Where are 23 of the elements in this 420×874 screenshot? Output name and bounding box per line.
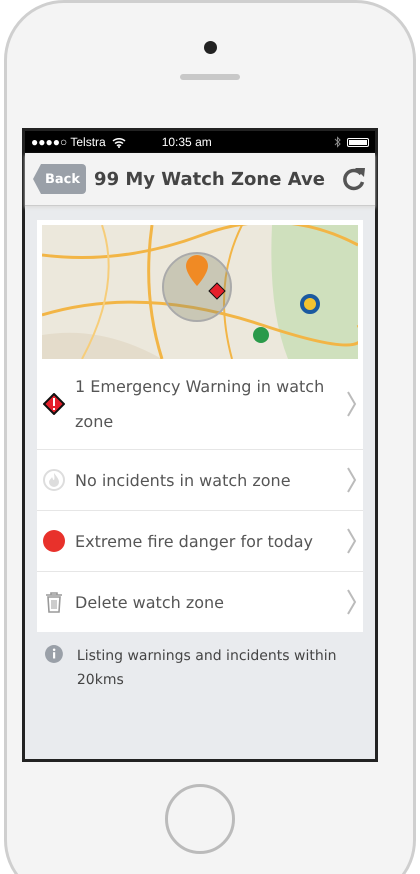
carrier-label: ●●●●○ Telstra: [31, 135, 106, 149]
wifi-icon: [112, 136, 126, 148]
refresh-icon[interactable]: [341, 166, 367, 192]
chevron-icon: [347, 589, 357, 615]
flame-icon: [43, 469, 65, 491]
item-label: 1 Emergency Warning in watch zone: [75, 376, 326, 433]
camera-icon: [204, 41, 216, 54]
item-label: No incidents in watch zone: [75, 470, 292, 492]
chevron-icon: [347, 391, 357, 417]
danger-dot-icon: [43, 530, 65, 552]
item-label: Delete watch zone: [75, 592, 226, 614]
speaker-grille: [180, 74, 240, 80]
bluetooth-icon: [334, 136, 341, 148]
footnote-text: Listing warnings and incidents within 20kms: [76, 647, 338, 690]
chevron-icon: [347, 467, 357, 493]
item-label: Extreme fire danger for today: [75, 530, 314, 552]
warning-icon: [43, 393, 65, 415]
page-title: 99 My Watch Zone Ave: [94, 168, 326, 190]
clock-time: 10:35 am: [162, 135, 212, 149]
info-icon: [45, 644, 63, 664]
battery-icon: [347, 138, 369, 146]
chevron-icon: [347, 528, 357, 554]
trash-icon: [43, 591, 65, 613]
